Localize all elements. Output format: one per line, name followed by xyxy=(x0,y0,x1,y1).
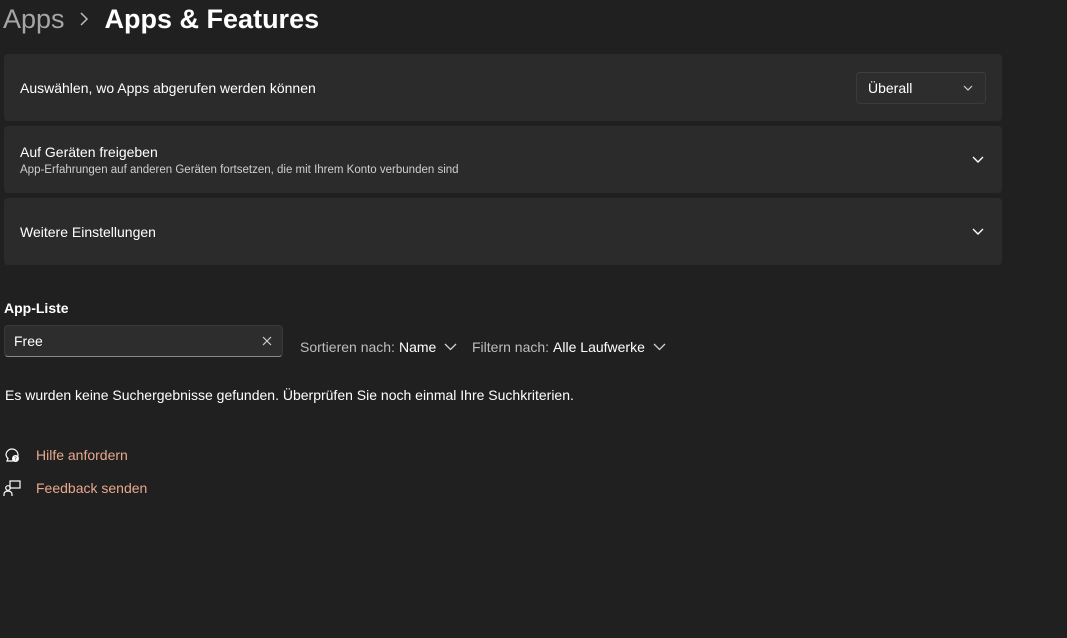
svg-text:?: ? xyxy=(14,457,17,463)
filter-label: Filtern nach: xyxy=(472,339,550,355)
install-source-label: Auswählen, wo Apps abgerufen werden könn… xyxy=(20,79,316,96)
share-devices-card[interactable]: Auf Geräten freigeben App-Erfahrungen au… xyxy=(4,126,1002,193)
app-search-box[interactable] xyxy=(4,325,283,357)
no-results-message: Es wurden keine Suchergebnisse gefunden.… xyxy=(5,387,574,403)
chevron-down-icon[interactable] xyxy=(970,152,986,168)
filter-value: Alle Laufwerke xyxy=(553,339,645,355)
chevron-down-icon xyxy=(963,85,973,91)
breadcrumb: Apps Apps & Features xyxy=(3,0,319,38)
feedback-icon xyxy=(2,478,22,498)
help-link-label[interactable]: Hilfe anfordern xyxy=(36,447,128,463)
chevron-down-icon xyxy=(653,343,666,351)
install-source-value: Überall xyxy=(868,79,913,96)
chevron-down-icon xyxy=(444,343,457,351)
more-settings-card[interactable]: Weitere Einstellungen xyxy=(4,198,1002,265)
install-source-card: Auswählen, wo Apps abgerufen werden könn… xyxy=(4,54,1002,121)
breadcrumb-parent[interactable]: Apps xyxy=(3,4,65,35)
chevron-down-icon[interactable] xyxy=(970,224,986,240)
help-link[interactable]: ? Hilfe anfordern xyxy=(2,445,128,465)
chevron-right-icon xyxy=(79,12,89,26)
share-devices-title: Auf Geräten freigeben xyxy=(20,143,158,160)
app-search-input[interactable] xyxy=(14,326,244,356)
sort-value: Name xyxy=(398,339,437,355)
install-source-dropdown[interactable]: Überall xyxy=(856,71,986,104)
share-devices-subtitle: App-Erfahrungen auf anderen Geräten fort… xyxy=(20,163,459,176)
sort-label: Sortieren nach: xyxy=(300,339,395,355)
more-settings-title: Weitere Einstellungen xyxy=(20,223,156,240)
help-chat-icon: ? xyxy=(2,445,22,465)
sort-dropdown[interactable]: Sortieren nach: Name xyxy=(300,339,457,355)
feedback-link-label[interactable]: Feedback senden xyxy=(36,480,147,496)
app-list-heading: App-Liste xyxy=(4,300,69,316)
page-title: Apps & Features xyxy=(104,3,320,34)
close-icon[interactable] xyxy=(262,336,272,346)
filter-dropdown[interactable]: Filtern nach: Alle Laufwerke xyxy=(472,339,666,355)
feedback-link[interactable]: Feedback senden xyxy=(2,478,147,498)
